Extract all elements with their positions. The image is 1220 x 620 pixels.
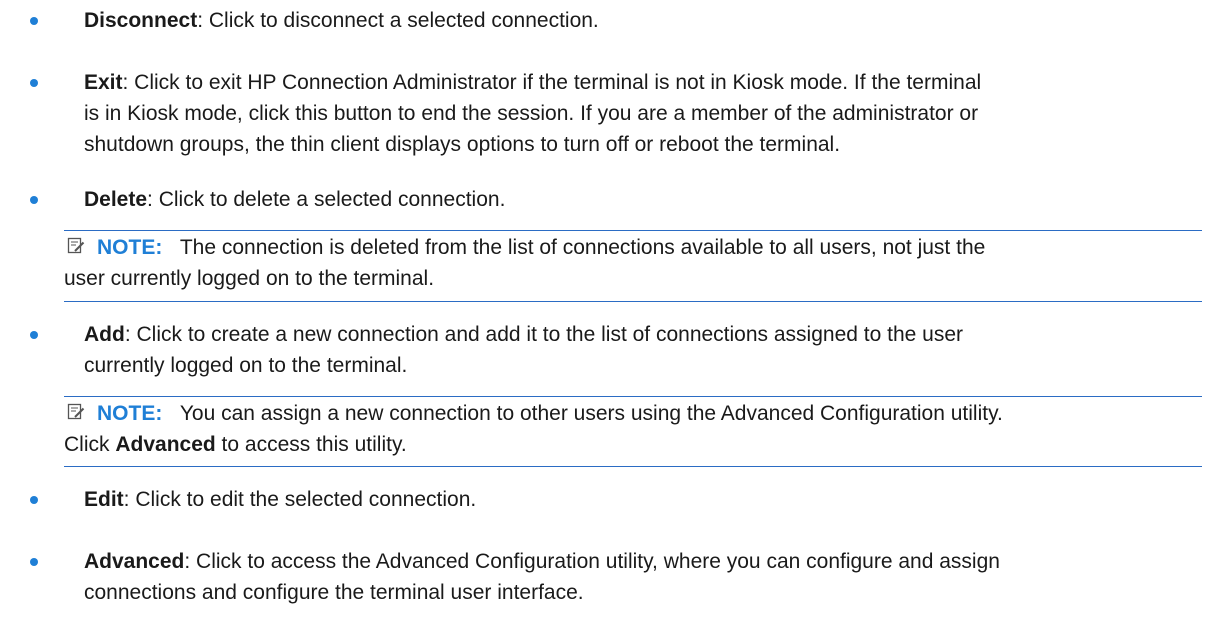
list-item-text: Delete: Click to delete a selected conne…	[84, 184, 1204, 215]
list-item-text: Advanced: Click to access the Advanced C…	[84, 546, 1204, 608]
note-line-1: You can assign a new connection to other…	[179, 402, 1003, 425]
desc-exit-line-2: is in Kiosk mode, click this button to e…	[84, 102, 979, 125]
note-box-delete: NOTE: The connection is deleted from the…	[64, 230, 1202, 302]
list-item-advanced: Advanced: Click to access the Advanced C…	[0, 546, 1220, 608]
list-item-disconnect: Disconnect: Click to disconnect a select…	[0, 5, 1220, 36]
note-line-2: Click	[64, 433, 116, 456]
list-item-exit: Exit: Click to exit HP Connection Admini…	[0, 67, 1220, 162]
bullet-icon	[30, 79, 38, 87]
desc-advanced-line-2: connections and configure the terminal u…	[84, 581, 584, 604]
term-edit: Edit	[84, 488, 124, 511]
desc-add-line-1: : Click to create a new connection and a…	[124, 323, 963, 346]
note-body: NOTE: The connection is deleted from the…	[64, 232, 1202, 294]
list-item-text: Edit: Click to edit the selected connect…	[84, 484, 1204, 515]
note-line-2-end: to access this utility.	[215, 433, 407, 456]
bullet-icon	[30, 17, 38, 25]
note-line-1: The connection is deleted from the list …	[179, 236, 986, 259]
note-body: NOTE: You can assign a new connection to…	[64, 398, 1202, 460]
desc-exit-line-3: shutdown groups, the thin client display…	[84, 133, 841, 156]
term-add: Add	[84, 323, 125, 346]
note-label: NOTE:	[97, 402, 163, 425]
list-item-text: Exit: Click to exit HP Connection Admini…	[84, 67, 1204, 160]
desc-add-line-2: currently logged on to the terminal.	[84, 354, 408, 377]
note-label: NOTE:	[97, 236, 163, 259]
desc-edit: : Click to edit the selected connection.	[123, 488, 477, 511]
list-item-text: Add: Click to create a new connection an…	[84, 319, 1204, 381]
desc-disconnect: : Click to disconnect a selected connect…	[197, 9, 599, 32]
note-line-2: user currently logged on to the terminal…	[64, 267, 435, 290]
list-item-edit: Edit: Click to edit the selected connect…	[0, 484, 1220, 515]
term-exit: Exit	[84, 71, 123, 94]
bullet-icon	[30, 496, 38, 504]
desc-exit-line-1: : Click to exit HP Connection Administra…	[122, 71, 982, 94]
list-item-delete: Delete: Click to delete a selected conne…	[0, 184, 1220, 215]
bullet-icon	[30, 331, 38, 339]
note-bold-advanced: Advanced	[115, 433, 216, 456]
bullet-icon	[30, 196, 38, 204]
desc-delete: : Click to delete a selected connection.	[147, 188, 506, 211]
desc-advanced-line-1: : Click to access the Advanced Configura…	[184, 550, 1000, 573]
bullet-icon	[30, 558, 38, 566]
term-advanced: Advanced	[84, 550, 185, 573]
term-disconnect: Disconnect	[84, 9, 198, 32]
note-box-add: NOTE: You can assign a new connection to…	[64, 396, 1202, 467]
list-item-add: Add: Click to create a new connection an…	[0, 319, 1220, 381]
list-item-text: Disconnect: Click to disconnect a select…	[84, 5, 1204, 36]
term-delete: Delete	[84, 188, 148, 211]
